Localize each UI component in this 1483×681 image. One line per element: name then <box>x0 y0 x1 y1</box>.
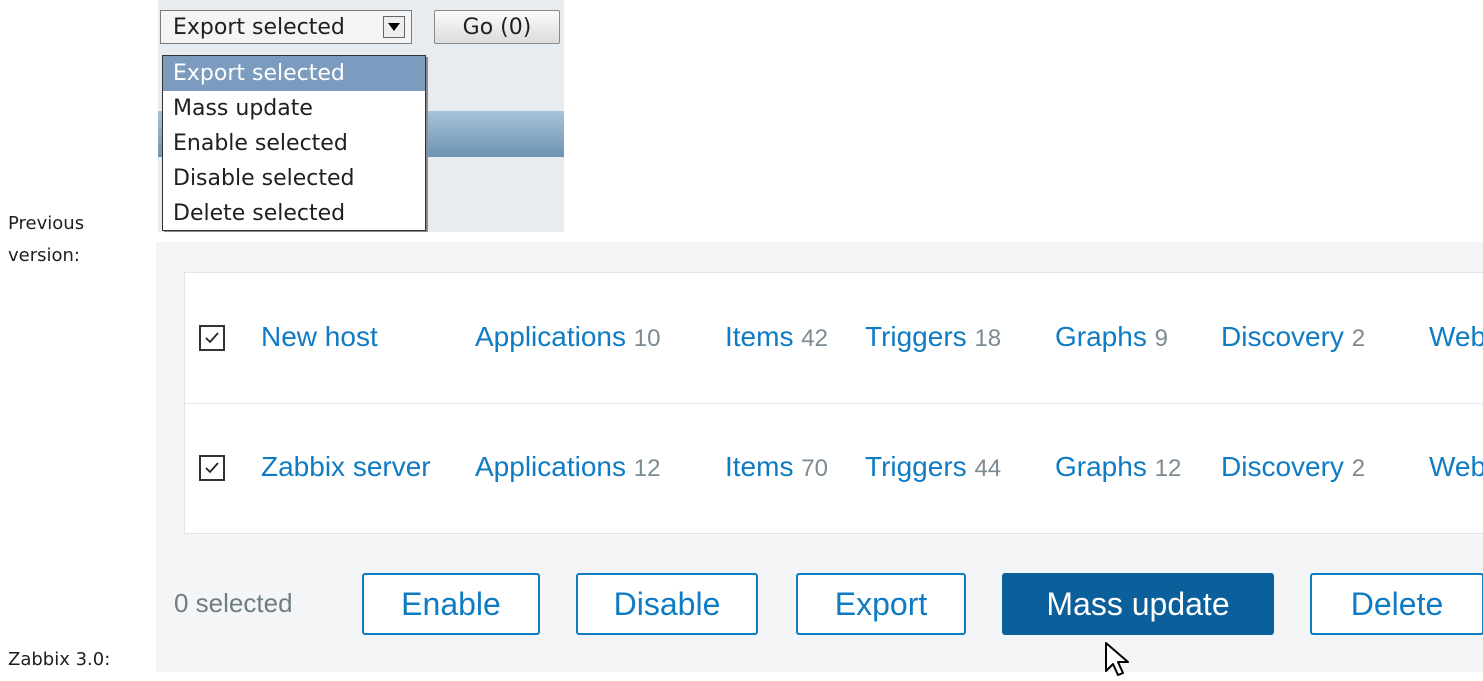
old-version-panel: Export selected Go (0) Export selected M… <box>158 0 564 232</box>
discovery-link[interactable]: Discovery 2 <box>1221 321 1365 353</box>
old-option-mass-update[interactable]: Mass update <box>163 91 425 126</box>
old-option-disable[interactable]: Disable selected <box>163 161 425 196</box>
old-action-dropdown: Export selected Mass update Enable selec… <box>162 55 426 231</box>
hosts-table: New host Applications 10 Items 42 Trigge… <box>184 272 1483 534</box>
table-row: Zabbix server Applications 12 Items 70 T… <box>185 403 1483 533</box>
applications-count: 12 <box>633 455 661 482</box>
triggers-link[interactable]: Triggers 18 <box>865 321 1001 353</box>
mouse-pointer-icon <box>1105 642 1129 676</box>
graphs-count: 9 <box>1154 325 1168 352</box>
items-link[interactable]: Items 42 <box>725 321 828 353</box>
table-row: New host Applications 10 Items 42 Trigge… <box>185 273 1483 404</box>
discovery-count: 2 <box>1351 325 1366 352</box>
graphs-label: Graphs <box>1055 451 1147 482</box>
old-action-select[interactable]: Export selected <box>160 10 412 44</box>
delete-button[interactable]: Delete <box>1310 573 1483 635</box>
triggers-count: 18 <box>974 325 1002 352</box>
host-link[interactable]: New host <box>261 321 378 353</box>
old-go-button[interactable]: Go (0) <box>434 10 560 44</box>
current-version-caption: Zabbix 3.0: <box>8 644 110 676</box>
graphs-label: Graphs <box>1055 321 1147 352</box>
checkmark-icon <box>205 332 219 344</box>
old-option-delete[interactable]: Delete selected <box>163 196 425 231</box>
applications-count: 10 <box>633 325 661 352</box>
discovery-label: Discovery <box>1221 321 1344 352</box>
items-count: 70 <box>801 455 828 482</box>
old-option-export[interactable]: Export selected <box>163 56 425 91</box>
disable-button[interactable]: Disable <box>576 573 758 635</box>
web-link[interactable]: Web <box>1429 451 1483 483</box>
applications-link[interactable]: Applications 10 <box>475 321 660 353</box>
checkmark-icon <box>205 462 219 474</box>
export-button[interactable]: Export <box>796 573 966 635</box>
mass-update-button[interactable]: Mass update <box>1002 573 1274 635</box>
host-link[interactable]: Zabbix server <box>261 451 431 483</box>
previous-version-caption: Previous version: <box>8 208 128 272</box>
items-label: Items <box>725 321 794 352</box>
triggers-link[interactable]: Triggers 44 <box>865 451 1001 483</box>
items-link[interactable]: Items 70 <box>725 451 828 483</box>
new-version-panel: New host Applications 10 Items 42 Trigge… <box>156 242 1483 672</box>
current-caption-text: Zabbix 3.0: <box>8 649 111 670</box>
selected-count: 0 selected <box>174 588 293 618</box>
triggers-label: Triggers <box>865 321 967 352</box>
discovery-link[interactable]: Discovery 2 <box>1221 451 1365 483</box>
previous-caption-text: Previous version: <box>8 213 85 266</box>
applications-label: Applications <box>475 451 626 482</box>
row-checkbox[interactable] <box>199 325 225 351</box>
items-count: 42 <box>801 325 828 352</box>
web-link[interactable]: Web <box>1429 321 1483 353</box>
triggers-count: 44 <box>974 455 1002 482</box>
old-select-value: Export selected <box>173 14 345 40</box>
applications-label: Applications <box>475 321 626 352</box>
old-option-enable[interactable]: Enable selected <box>163 126 425 161</box>
graphs-link[interactable]: Graphs 12 <box>1055 451 1181 483</box>
graphs-link[interactable]: Graphs 9 <box>1055 321 1168 353</box>
chevron-down-icon[interactable] <box>383 16 405 38</box>
applications-link[interactable]: Applications 12 <box>475 451 660 483</box>
row-checkbox[interactable] <box>199 455 225 481</box>
discovery-label: Discovery <box>1221 451 1344 482</box>
triggers-label: Triggers <box>865 451 967 482</box>
graphs-count: 12 <box>1154 455 1182 482</box>
items-label: Items <box>725 451 794 482</box>
discovery-count: 2 <box>1351 455 1366 482</box>
enable-button[interactable]: Enable <box>362 573 540 635</box>
